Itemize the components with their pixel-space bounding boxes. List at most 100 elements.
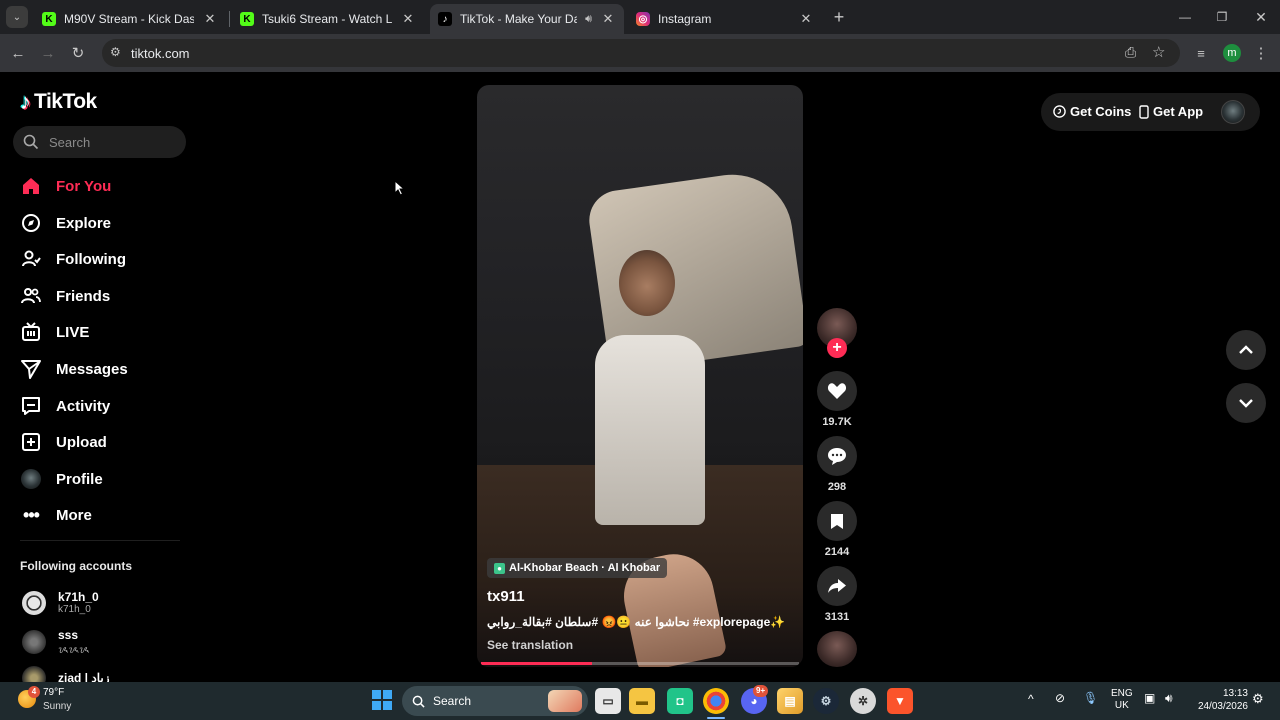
tiktok-logo[interactable]: ♪ TikTok xyxy=(20,89,97,115)
bookmark-button[interactable] xyxy=(817,501,857,541)
tray-chevron-icon[interactable]: ^ xyxy=(1028,692,1034,706)
restore-button[interactable]: ❐ xyxy=(1211,6,1233,28)
windows-start-icon[interactable] xyxy=(372,690,392,710)
bookmark-star-icon[interactable]: ☆ xyxy=(1152,43,1165,61)
phone-icon xyxy=(1139,104,1149,119)
header-actions: Get Coins Get App xyxy=(1041,93,1260,131)
brave-icon[interactable]: ▼ xyxy=(887,688,913,714)
account-handle: k71h_0 xyxy=(58,604,91,615)
previous-video-button[interactable] xyxy=(1226,330,1266,370)
share-arrow-icon xyxy=(828,579,846,593)
install-app-icon[interactable]: ⎙ xyxy=(1125,44,1136,61)
site-info-icon[interactable]: ⚙︎ xyxy=(110,45,121,59)
get-app-button[interactable]: Get App xyxy=(1139,104,1203,119)
video-progress-bar[interactable] xyxy=(481,662,799,665)
location-tag[interactable]: ● Al-Khobar Beach · Al Khobar xyxy=(487,558,668,578)
get-coins-button[interactable]: Get Coins xyxy=(1053,104,1131,119)
tab-search-icon[interactable]: ⌄ xyxy=(6,6,28,28)
activity-icon xyxy=(20,395,42,417)
tray-hidden-icon[interactable]: ⊘ xyxy=(1055,691,1065,705)
tab-kick-dashboard[interactable]: K M90V Stream - Kick Dashboard ✕ xyxy=(34,4,226,34)
clock[interactable]: 13:13 24/03/2026 xyxy=(1196,687,1248,713)
nav-messages[interactable]: Messages xyxy=(20,354,128,384)
share-button[interactable] xyxy=(817,566,857,606)
minimize-button[interactable]: — xyxy=(1174,6,1196,28)
nav-live[interactable]: LIVE xyxy=(20,317,89,347)
follow-plus-icon[interactable]: + xyxy=(827,338,847,358)
tab-close-icon[interactable]: ✕ xyxy=(400,11,416,27)
nav-more[interactable]: ••• More xyxy=(20,500,92,530)
chrome-icon[interactable] xyxy=(703,688,729,714)
tab-close-icon[interactable]: ✕ xyxy=(202,11,218,27)
nav-upload[interactable]: Upload xyxy=(20,427,107,457)
weather-temperature[interactable]: 79°F xyxy=(43,687,64,698)
following-account[interactable]: sss ᝰᝰᝰ xyxy=(22,628,90,656)
app-icon-green[interactable]: ◘ xyxy=(667,688,693,714)
see-translation-link[interactable]: See translation xyxy=(487,638,573,652)
notification-icon[interactable]: ⚙︎ xyxy=(1252,691,1264,707)
comment-button[interactable] xyxy=(817,436,857,476)
search-box[interactable]: Search xyxy=(13,126,186,158)
app-icon-yellow[interactable]: ▤ xyxy=(777,688,803,714)
following-account[interactable]: k71h_0 k71h_0 xyxy=(22,590,99,615)
next-video-button[interactable] xyxy=(1226,383,1266,423)
tab-instagram[interactable]: ◎ Instagram ✕ xyxy=(628,4,822,34)
nav-profile[interactable]: Profile xyxy=(20,464,103,494)
forward-arrow-icon[interactable]: → xyxy=(37,42,59,64)
coin-icon xyxy=(1053,105,1066,118)
chevron-up-icon xyxy=(1239,345,1253,354)
volume-icon[interactable]: 🔊︎ xyxy=(1165,691,1173,706)
bookmark-count: 2144 xyxy=(824,546,850,558)
media-controls-icon[interactable]: ≡ xyxy=(1190,42,1212,64)
profile-avatar[interactable]: m xyxy=(1223,44,1241,62)
network-icon[interactable]: ▣ xyxy=(1144,691,1155,705)
app-icon-gear[interactable]: ✲ xyxy=(850,688,876,714)
compass-icon xyxy=(20,212,42,234)
nav-label: Friends xyxy=(56,287,111,305)
tab-kick-tsuki6[interactable]: K Tsuki6 Stream - Watch Live on K ✕ xyxy=(232,4,424,34)
send-icon xyxy=(20,358,42,380)
browser-tab-strip: ⌄ K M90V Stream - Kick Dashboard ✕ K Tsu… xyxy=(0,0,1280,34)
discord-badge: 9+ xyxy=(753,685,769,697)
task-view-icon[interactable]: ▭ xyxy=(595,688,621,714)
nav-for-you[interactable]: For You xyxy=(20,171,111,201)
like-count: 19.7K xyxy=(822,416,852,428)
like-button[interactable] xyxy=(817,371,857,411)
speaker-icon[interactable]: 🔊︎ xyxy=(585,13,592,26)
steam-icon[interactable]: ⚙︎ xyxy=(813,688,839,714)
video-username[interactable]: tx911 xyxy=(487,588,525,605)
microphone-icon[interactable]: 🎙︎ xyxy=(1083,691,1098,705)
reload-icon[interactable]: ↻ xyxy=(67,42,89,64)
url-text[interactable]: tiktok.com xyxy=(131,46,190,61)
weather-condition[interactable]: Sunny xyxy=(43,701,71,712)
file-explorer-icon[interactable]: ▬ xyxy=(629,688,655,714)
new-tab-button[interactable]: + xyxy=(828,6,850,28)
address-bar[interactable]: ⚙︎ tiktok.com ⎙ ☆ xyxy=(102,39,1180,67)
nav-label: Following xyxy=(56,250,126,268)
nav-friends[interactable]: Friends xyxy=(20,281,110,311)
taskbar-search-box[interactable]: Search xyxy=(402,686,588,716)
nav-activity[interactable]: Activity xyxy=(20,391,110,421)
tab-close-icon[interactable]: ✕ xyxy=(798,11,814,27)
nav-explore[interactable]: Explore xyxy=(20,208,111,238)
video-scene-figure xyxy=(595,335,705,525)
user-avatar[interactable] xyxy=(1221,100,1245,124)
nav-label: Messages xyxy=(56,360,128,378)
video-player[interactable]: ● Al-Khobar Beach · Al Khobar tx911 نحاش… xyxy=(477,85,803,667)
nav-following[interactable]: Following xyxy=(20,244,126,274)
window-close-button[interactable]: ✕ xyxy=(1250,6,1272,28)
language-line-1: ENG xyxy=(1111,688,1133,699)
tab-tiktok[interactable]: ♪ TikTok - Make Your Day 🔊︎ ✕ xyxy=(430,4,624,34)
nav-label: Activity xyxy=(56,397,111,415)
following-accounts-title: Following accounts xyxy=(20,559,133,573)
back-arrow-icon[interactable]: ← xyxy=(7,42,29,64)
account-name: k71h_0 xyxy=(58,590,99,604)
language-indicator[interactable]: ENG UK xyxy=(1111,688,1133,712)
search-input[interactable]: Search xyxy=(49,135,90,150)
tab-close-icon[interactable]: ✕ xyxy=(600,11,616,27)
music-disc-icon[interactable] xyxy=(817,631,857,667)
search-highlight-icon xyxy=(548,690,582,712)
heart-icon xyxy=(827,383,847,399)
browser-menu-icon[interactable]: ⋮ xyxy=(1250,42,1272,64)
clock-date: 24/03/2026 xyxy=(1197,701,1248,712)
